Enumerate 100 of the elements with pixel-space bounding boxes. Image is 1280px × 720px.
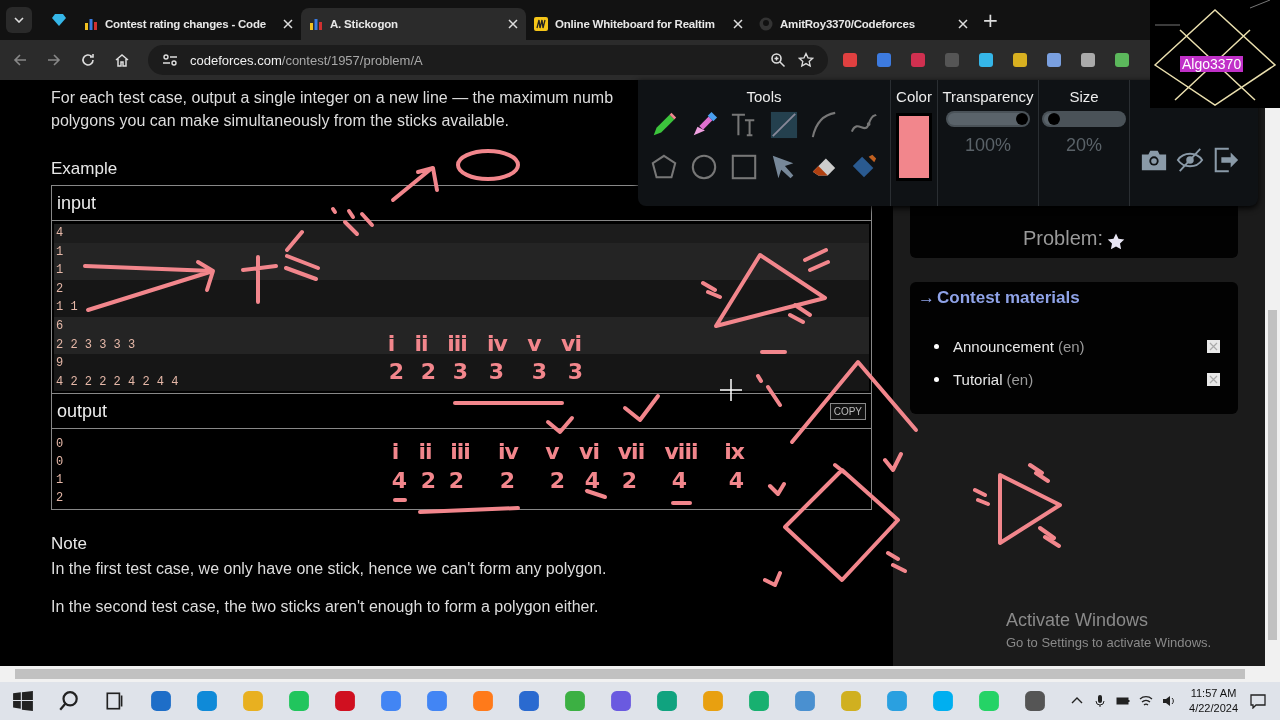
site-icon	[534, 17, 548, 31]
plus-sign-drawing	[241, 255, 278, 304]
handwritten-text: 4	[728, 468, 744, 494]
copy-button[interactable]: COPY	[829, 402, 866, 420]
scrollbar[interactable]	[0, 666, 1280, 682]
app-icon[interactable]	[334, 690, 356, 712]
home-icon[interactable]	[114, 52, 130, 68]
circle-tool-icon[interactable]	[690, 153, 718, 181]
browser-tab[interactable]: A. Stickogon	[301, 8, 526, 40]
search-icon[interactable]	[58, 690, 80, 712]
app-icon[interactable]	[150, 690, 172, 712]
rectangle-tool-icon[interactable]	[730, 153, 758, 181]
clock-date: 4/22/2024	[1189, 701, 1238, 716]
handwritten-text: 2	[448, 468, 464, 494]
logo-text: Algo3370	[1180, 56, 1244, 72]
extension-icon[interactable]	[1046, 52, 1062, 68]
tab-list-button[interactable]	[6, 7, 32, 33]
bookmark-star-icon[interactable]	[798, 52, 814, 68]
slider-fill[interactable]	[1044, 113, 1060, 125]
handwritten-text: iv	[498, 439, 518, 465]
slider-value: 20%	[1066, 135, 1102, 156]
extension-icon[interactable]	[1080, 52, 1096, 68]
section-title: Example	[51, 159, 118, 179]
handwritten-text: iv	[487, 331, 507, 357]
address-field[interactable]: codeforces.com/contest/1957/problem/A	[148, 45, 828, 75]
handwritten-text: iii	[450, 439, 470, 465]
hide-icon[interactable]	[1176, 146, 1204, 174]
app-icon[interactable]	[380, 690, 402, 712]
handwritten-text: 2	[499, 468, 515, 494]
close-icon[interactable]	[508, 19, 518, 29]
app-icon[interactable]	[794, 690, 816, 712]
handwritten-text: 3	[452, 359, 468, 385]
material-link[interactable]: Announcement	[953, 338, 1054, 355]
code-line: 1	[55, 472, 64, 490]
code-line: 0	[55, 436, 64, 454]
windows-logo-icon[interactable]	[12, 690, 34, 712]
color-swatch[interactable]	[896, 113, 932, 181]
extension-icon[interactable]	[876, 52, 892, 68]
tab-title: Online Whiteboard for Realtim	[555, 18, 716, 30]
section-title: Note	[51, 534, 87, 555]
browser-tab[interactable]: AmitRoy3370/Codeforces	[751, 8, 976, 40]
code-line: 9	[55, 355, 64, 373]
handwritten-text: ii	[418, 439, 432, 465]
extension-icon[interactable]	[978, 52, 994, 68]
wifi-icon[interactable]	[1139, 694, 1154, 708]
diamond-icon	[52, 14, 66, 26]
close-icon[interactable]	[958, 19, 968, 29]
handwritten-text: vi	[561, 331, 581, 357]
code-line: 2 2 3 3 3 3	[55, 336, 136, 354]
arc-tool-icon[interactable]	[810, 111, 838, 139]
app-icon[interactable]	[610, 690, 632, 712]
extension-icon[interactable]	[910, 52, 926, 68]
site-settings-icon[interactable]	[162, 53, 178, 67]
close-icon[interactable]	[283, 19, 293, 29]
extension-icon[interactable]	[1012, 52, 1028, 68]
slider-value: 100%	[964, 135, 1011, 156]
problem-label: Problem:	[1023, 227, 1103, 250]
close-icon[interactable]	[733, 19, 743, 29]
code-line: 2	[55, 490, 64, 508]
star-icon	[1107, 233, 1125, 250]
forward-icon[interactable]	[46, 52, 62, 68]
reload-icon[interactable]	[80, 52, 96, 68]
code-line: 1 1	[55, 299, 78, 317]
handwritten-text: ix	[724, 439, 744, 465]
slider-track[interactable]	[1042, 111, 1126, 127]
code-line: 4 2 2 2 2 4 2 4 4	[55, 373, 179, 391]
zoom-icon[interactable]	[770, 52, 786, 68]
speaker-icon[interactable]	[1162, 694, 1177, 708]
bullet-icon	[934, 344, 939, 349]
app-icon[interactable]	[656, 690, 678, 712]
line-tool-icon[interactable]	[770, 111, 798, 139]
notification-icon[interactable]	[1250, 693, 1266, 709]
handwritten-text: 2	[420, 468, 436, 494]
activation-text: Go to Settings to activate Windows.	[1006, 635, 1212, 650]
app-icon[interactable]	[1024, 690, 1046, 712]
microphone-icon[interactable]	[1093, 694, 1108, 708]
ellipse-drawing	[456, 149, 520, 181]
app-icon[interactable]	[196, 690, 218, 712]
code-line: 4	[55, 225, 64, 242]
section-link[interactable]: Contest materials	[937, 288, 1080, 308]
exit-icon[interactable]	[1212, 146, 1240, 174]
handwritten-text: 4	[584, 468, 600, 494]
tab-title: A. Stickogon	[330, 18, 399, 30]
scrollbar[interactable]	[1265, 108, 1280, 666]
extension-icon[interactable]	[842, 52, 858, 68]
battery-icon[interactable]	[1116, 694, 1131, 708]
dash-mark-drawing	[393, 498, 407, 502]
app-icon[interactable]	[426, 690, 448, 712]
app-icon[interactable]	[518, 690, 540, 712]
polygon-tool-icon[interactable]	[650, 153, 678, 181]
new-tab-button[interactable]: +	[976, 8, 1005, 32]
handwritten-text: i	[391, 439, 399, 465]
browser-tab[interactable]: Online Whiteboard for Realtim	[526, 8, 751, 40]
site-icon	[309, 17, 323, 31]
section-label: Size	[1069, 88, 1099, 105]
back-icon[interactable]	[12, 52, 28, 68]
browser-tab[interactable]: Contest rating changes - Code	[76, 8, 301, 40]
extension-icon[interactable]	[1114, 52, 1130, 68]
dash-marks-drawing	[331, 207, 374, 236]
material-link[interactable]: Tutorial	[953, 371, 1003, 388]
